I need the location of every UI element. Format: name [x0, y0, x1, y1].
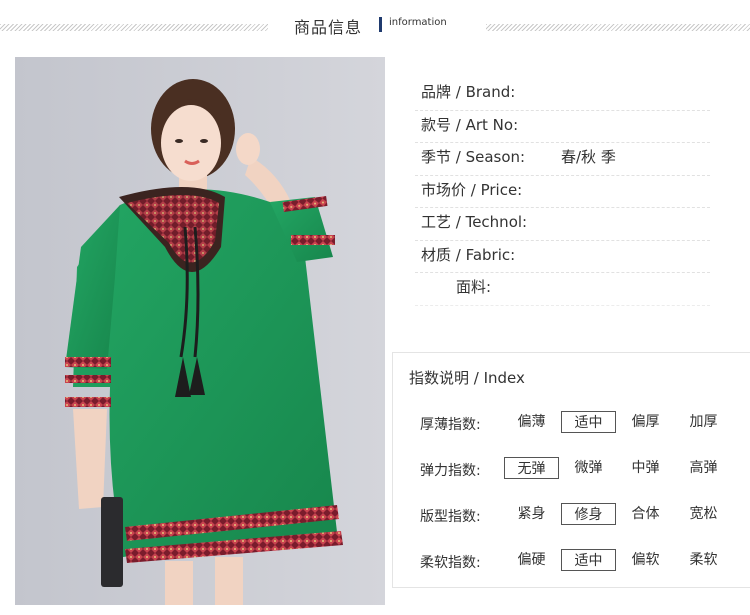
- spec-label: 面料:: [456, 278, 492, 296]
- spec-label: 款号 / Art No:: [421, 115, 519, 134]
- index-name: 弹力指数:: [420, 463, 481, 479]
- index-option: 微弹: [574, 460, 603, 476]
- index-row-elasticity: 弹力指数: 无弹 微弹 中弹 高弹: [393, 457, 750, 481]
- index-option: 适中: [561, 549, 616, 571]
- index-row-fit: 版型指数: 紧身 修身 合体 宽松: [393, 503, 750, 527]
- spec-row-price: 市场价 / Price:: [415, 176, 710, 208]
- header-hatch-left: [0, 24, 268, 31]
- index-title: 指数说明 / Index: [409, 369, 525, 387]
- spec-row-fabric-detail: 面料:: [415, 273, 710, 306]
- index-option: 柔软: [689, 552, 718, 568]
- index-row-softness: 柔软指数: 偏硬 适中 偏软 柔软: [393, 549, 750, 573]
- index-option: 偏硬: [517, 552, 546, 568]
- index-option: 中弹: [631, 460, 660, 476]
- index-option: 合体: [631, 506, 660, 522]
- index-option: 偏软: [631, 552, 660, 568]
- index-name: 厚薄指数:: [420, 417, 481, 433]
- header-hatch-right: [486, 24, 750, 31]
- spec-value: 春/秋 季: [561, 148, 616, 166]
- spec-label: 季节 / Season:: [421, 148, 526, 166]
- spec-label: 材质 / Fabric:: [421, 245, 516, 264]
- index-option: 适中: [561, 411, 616, 433]
- index-option: 修身: [561, 503, 616, 525]
- spec-list: 品牌 / Brand: 款号 / Art No: 季节 / Season: 春/…: [415, 78, 710, 355]
- spec-label: 品牌 / Brand:: [421, 83, 516, 101]
- index-name: 柔软指数:: [420, 555, 481, 571]
- spec-row-art-no: 款号 / Art No:: [415, 111, 710, 143]
- spec-row-fabric: 材质 / Fabric:: [415, 241, 710, 273]
- section-subtitle: information: [389, 17, 447, 28]
- product-photo: [15, 57, 385, 605]
- index-option: 偏厚: [631, 414, 660, 430]
- index-option: 宽松: [689, 506, 718, 522]
- section-title: 商品信息: [294, 18, 363, 37]
- index-option: 偏薄: [517, 414, 546, 430]
- spec-row-brand: 品牌 / Brand:: [415, 78, 710, 111]
- spec-row-season: 季节 / Season: 春/秋 季: [415, 143, 710, 176]
- spec-row-technol: 工艺 / Technol:: [415, 208, 710, 241]
- index-option: 紧身: [517, 506, 546, 522]
- title-accent-bar: [379, 17, 382, 32]
- spec-label: 工艺 / Technol:: [421, 213, 528, 231]
- index-panel: 指数说明 / Index 厚薄指数: 偏薄 适中 偏厚 加厚 弹力指数: 无弹 …: [392, 352, 750, 588]
- spec-divider: [415, 306, 710, 355]
- index-option: 高弹: [689, 460, 718, 476]
- index-option: 无弹: [504, 457, 559, 479]
- index-option: 加厚: [689, 414, 718, 430]
- index-row-thickness: 厚薄指数: 偏薄 适中 偏厚 加厚: [393, 411, 750, 435]
- index-name: 版型指数:: [420, 509, 481, 525]
- spec-label: 市场价 / Price:: [421, 180, 523, 199]
